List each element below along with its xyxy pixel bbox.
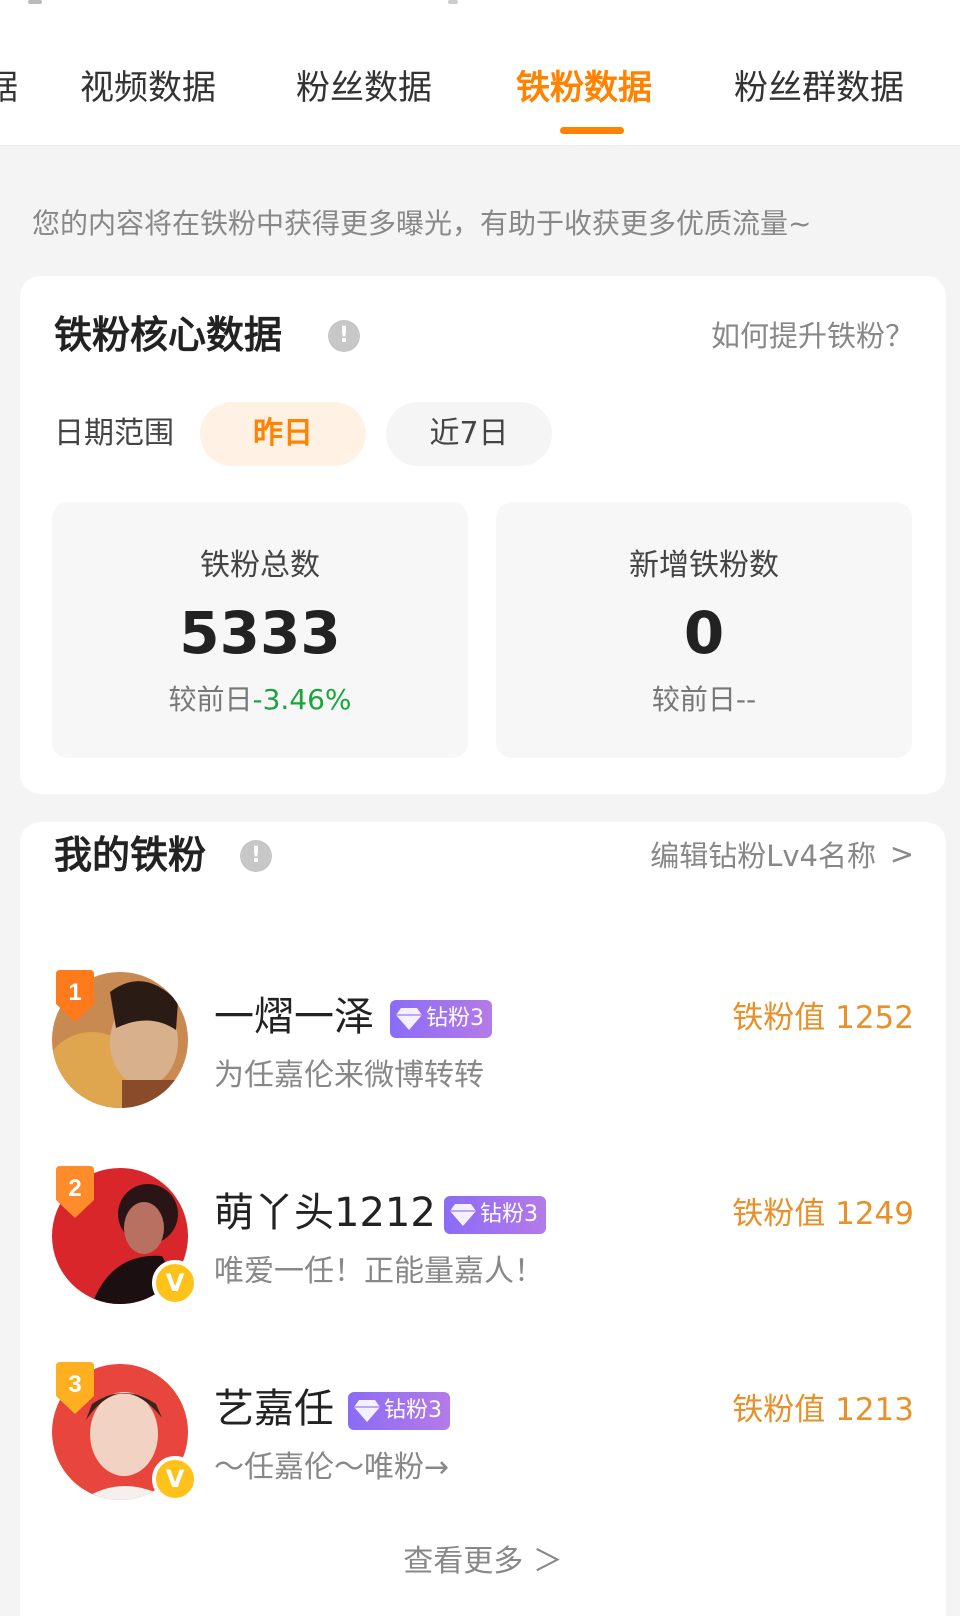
fan-list-item[interactable]: 3 V 艺嘉任 钻粉3 ～任嘉伦～唯粉→ 铁粉值 1213 — [20, 1362, 946, 1514]
fan-signature: ～任嘉伦～唯粉→ — [214, 1450, 450, 1485]
range-7-days-button[interactable]: 近7日 — [386, 402, 552, 466]
date-range-label: 日期范围 — [54, 416, 174, 451]
fan-list-item[interactable]: 2 V 萌丫头1212 钻粉3 唯爱一任！正能量嘉人！ 铁粉值 1249 — [20, 1166, 946, 1318]
range-yesterday-button[interactable]: 昨日 — [200, 402, 366, 466]
edit-diamond-name-link[interactable]: 编辑钻粉Lv4名称 — [650, 836, 876, 876]
tip-text: 您的内容将在铁粉中获得更多曝光，有助于收获更多优质流量~ — [32, 207, 812, 240]
active-tab-indicator — [560, 127, 624, 134]
comparison-value: -3.46% — [252, 683, 352, 716]
stat-value: 5333 — [179, 599, 341, 667]
core-data-card: 铁粉核心数据 ! 如何提升铁粉？ 日期范围 昨日 近7日 铁粉总数 5333 较… — [20, 276, 946, 794]
how-to-improve-link[interactable]: 如何提升铁粉？ — [711, 316, 914, 356]
info-icon[interactable]: ! — [240, 840, 272, 872]
info-icon[interactable]: ! — [328, 320, 360, 352]
verified-badge-icon: V — [152, 1456, 198, 1502]
fan-name[interactable]: 一熠一泽 — [214, 992, 374, 1042]
comparison-value: -- — [735, 683, 757, 716]
diamond-icon — [450, 1204, 476, 1226]
chevron-right-icon[interactable]: > — [890, 834, 914, 874]
iron-fan-score: 铁粉值 1213 — [732, 1392, 914, 1428]
verified-badge-icon: V — [152, 1260, 198, 1306]
fan-signature: 为任嘉伦来微博转转 — [214, 1058, 484, 1093]
tab-fan-data[interactable]: 粉丝数据 — [296, 66, 432, 110]
fan-signature: 唯爱一任！正能量嘉人！ — [214, 1254, 544, 1289]
diamond-badge-label: 钻粉3 — [384, 1398, 442, 1423]
tab-partial[interactable]: 据 — [0, 66, 18, 110]
rank-badge-icon: 2 — [56, 1166, 94, 1218]
diamond-icon — [354, 1400, 380, 1422]
my-iron-fans-card: 我的铁粉 ! 编辑钻粉Lv4名称 > 1 一熠一泽 钻粉3 为任嘉伦来微博转转 … — [20, 822, 946, 1616]
diamond-icon — [396, 1008, 422, 1030]
view-more-button[interactable]: 查看更多 ＞ — [20, 1540, 946, 1584]
total-iron-fans-stat: 铁粉总数 5333 较前日-3.46% — [52, 502, 468, 758]
tab-video-data[interactable]: 视频数据 — [80, 66, 216, 110]
fan-list-item[interactable]: 1 一熠一泽 钻粉3 为任嘉伦来微博转转 铁粉值 1252 — [20, 970, 946, 1122]
stat-value: 0 — [683, 599, 725, 667]
tab-bar: 据 视频数据 粉丝数据 铁粉数据 粉丝群数据 — [0, 0, 960, 146]
comparison-prefix: 较前日 — [168, 683, 253, 716]
fan-name[interactable]: 艺嘉任 — [214, 1384, 334, 1434]
rank-number: 2 — [68, 1175, 81, 1202]
iron-fan-score: 铁粉值 1252 — [732, 1000, 914, 1036]
diamond-badge-label: 钻粉3 — [480, 1202, 538, 1227]
diamond-badge-label: 钻粉3 — [426, 1006, 484, 1031]
iron-fan-score: 铁粉值 1249 — [732, 1196, 914, 1232]
new-iron-fans-stat: 新增铁粉数 0 较前日-- — [496, 502, 912, 758]
stat-comparison: 较前日-3.46% — [52, 680, 468, 720]
diamond-fan-badge: 钻粉3 — [390, 1000, 492, 1038]
rank-badge-icon: 1 — [56, 970, 94, 1022]
rank-badge-icon: 3 — [56, 1362, 94, 1414]
diamond-fan-badge: 钻粉3 — [348, 1392, 450, 1430]
rank-number: 1 — [68, 979, 81, 1006]
status-bar-fragment — [28, 0, 42, 4]
fan-name[interactable]: 萌丫头1212 — [214, 1188, 436, 1238]
stat-label: 铁粉总数 — [200, 548, 320, 583]
core-data-title: 铁粉核心数据 — [54, 313, 283, 357]
rank-number: 3 — [68, 1371, 81, 1398]
comparison-prefix: 较前日 — [651, 683, 736, 716]
stat-label: 新增铁粉数 — [629, 548, 779, 583]
stat-comparison: 较前日-- — [496, 680, 912, 720]
my-iron-fans-title: 我的铁粉 — [54, 833, 207, 877]
tab-fan-group-data[interactable]: 粉丝群数据 — [734, 66, 904, 110]
diamond-fan-badge: 钻粉3 — [444, 1196, 546, 1234]
tab-iron-fan-data[interactable]: 铁粉数据 — [516, 66, 652, 110]
status-bar-fragment — [448, 0, 458, 4]
